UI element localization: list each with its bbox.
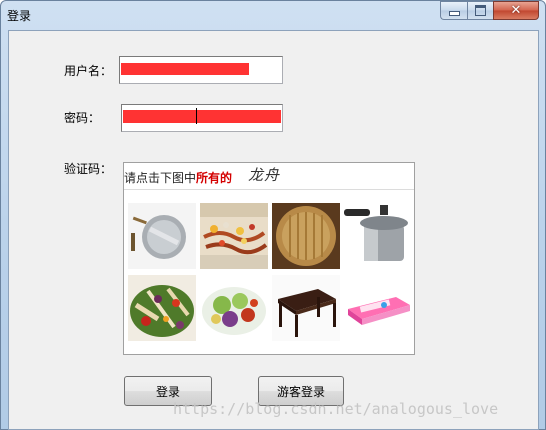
password-label: 密码：	[64, 111, 101, 125]
title-bar[interactable]: 登录 ✕	[1, 1, 545, 29]
captcha-tile-steamer[interactable]	[272, 203, 340, 269]
watermark: https://blog.csdn.net/analogous_love	[173, 400, 499, 418]
captcha-tile-salad[interactable]	[128, 275, 196, 341]
maximize-icon	[475, 5, 486, 16]
minimize-button[interactable]	[440, 1, 467, 20]
username-input[interactable]	[119, 56, 283, 84]
client-area: 用户名： 密码： 验证码： 请点击下图中所有的 龙舟 登录 游客登录	[8, 30, 539, 430]
close-icon: ✕	[510, 3, 522, 18]
minimize-icon	[448, 11, 460, 16]
captcha-target-word: 龙舟	[248, 166, 281, 184]
captcha-panel: 请点击下图中所有的 龙舟	[123, 162, 415, 355]
password-redaction	[123, 110, 281, 123]
captcha-tile-dragon-boat[interactable]	[200, 203, 268, 269]
captcha-tile-pan[interactable]	[128, 203, 196, 269]
captcha-tile-salad-bowl[interactable]	[200, 275, 268, 341]
username-label: 用户名：	[64, 64, 113, 78]
captcha-prompt: 请点击下图中所有的	[124, 171, 233, 185]
maximize-button[interactable]	[467, 1, 493, 20]
text-caret	[196, 108, 197, 124]
captcha-label: 验证码：	[64, 162, 113, 176]
captcha-tile-table[interactable]	[272, 275, 340, 341]
captcha-tile-pressure-cooker[interactable]	[344, 203, 412, 269]
captcha-header: 请点击下图中所有的 龙舟	[124, 163, 414, 190]
window-title: 登录	[7, 9, 32, 23]
username-redaction	[121, 63, 249, 75]
window-controls: ✕	[440, 1, 539, 21]
captcha-prompt-emphasis: 所有的	[196, 171, 233, 185]
captcha-tile-toy-box[interactable]	[344, 275, 412, 341]
password-input[interactable]	[121, 104, 283, 132]
close-button[interactable]: ✕	[493, 1, 539, 20]
login-window: 登录 ✕ 用户名： 密码： 验证码： 请点击下图中所有的 龙舟 登录 游客登录 …	[0, 0, 546, 430]
